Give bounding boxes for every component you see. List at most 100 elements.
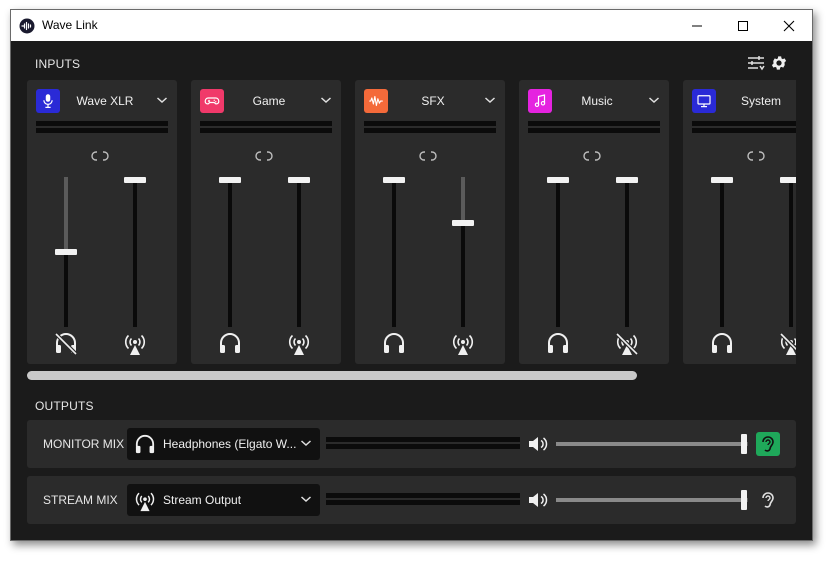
gear-icon[interactable] (770, 54, 788, 72)
stream-volume-slider[interactable] (556, 490, 748, 510)
minimize-button[interactable] (674, 10, 720, 41)
close-button[interactable] (766, 10, 812, 41)
channel-icon-button[interactable] (528, 89, 552, 113)
stream-fader-handle[interactable] (288, 177, 310, 183)
stream-volume-handle[interactable] (741, 490, 748, 510)
stream-fader-fill (297, 180, 301, 327)
music-note-icon (534, 94, 546, 107)
stream-fader-fill (789, 180, 793, 327)
broadcast-muted-icon[interactable] (779, 332, 796, 356)
monitor-device-select[interactable]: Headphones (Elgato W... (127, 428, 320, 460)
monitor-fader-handle[interactable] (383, 177, 405, 183)
channel-strip-game: Game (191, 80, 341, 364)
channel-level-meter-left (528, 121, 660, 126)
monitor-fader-fill (228, 180, 232, 327)
monitor-mix-label: MONITOR MIX (43, 437, 125, 451)
monitor-volume-handle[interactable] (741, 434, 748, 454)
headphones-icon[interactable] (546, 332, 570, 356)
channel-name: Game (252, 94, 286, 108)
maximize-icon (738, 20, 748, 31)
chevron-down-icon[interactable] (320, 94, 332, 106)
channel-level-meter-right (692, 128, 796, 133)
channel-icon-button[interactable] (36, 89, 60, 113)
window-title: Wave Link (42, 18, 98, 32)
chevron-down-icon[interactable] (648, 94, 660, 106)
broadcast-icon[interactable] (123, 332, 147, 356)
stream-volume-fill (556, 498, 745, 502)
channel-strip-music: Music (519, 80, 669, 364)
broadcast-muted-icon[interactable] (615, 332, 639, 356)
stream-fader[interactable] (452, 177, 474, 327)
monitor-fader[interactable] (55, 177, 77, 327)
horizontal-scrollbar[interactable] (27, 371, 637, 380)
headphones-muted-icon[interactable] (54, 332, 78, 356)
channel-icon-button[interactable] (692, 89, 716, 113)
monitor-volume-slider[interactable] (556, 434, 748, 454)
chevron-down-icon[interactable] (156, 94, 168, 106)
monitor-fader-handle[interactable] (55, 249, 77, 255)
monitor-fader-handle[interactable] (219, 177, 241, 183)
monitor-fader[interactable] (383, 177, 405, 327)
link-icon[interactable] (583, 150, 601, 162)
stream-fader[interactable] (124, 177, 146, 327)
waveform-icon (369, 95, 383, 107)
channel-level-meter-right (36, 128, 168, 133)
monitor-fader[interactable] (547, 177, 569, 327)
monitor-fader-fill (392, 180, 396, 327)
filter-settings-icon[interactable] (747, 55, 765, 71)
stream-fader-fill (625, 180, 629, 327)
wave-link-logo-icon (19, 18, 35, 34)
speaker-icon[interactable] (527, 434, 549, 454)
link-icon[interactable] (419, 150, 437, 162)
channel-level-meter-left (200, 121, 332, 126)
monitor-fader-handle[interactable] (711, 177, 733, 183)
channel-strip-sfx: SFX (355, 80, 505, 364)
stream-device-select[interactable]: Stream Output (127, 484, 320, 516)
channel-level-meter-left (692, 121, 796, 126)
stream-fader[interactable] (616, 177, 638, 327)
monitor-device-name: Headphones (Elgato W... (163, 437, 297, 451)
stream-fader[interactable] (780, 177, 796, 327)
stream-listen-button[interactable] (756, 488, 780, 512)
stream-mix-label: STREAM MIX (43, 493, 118, 507)
channel-level-meter-right (528, 128, 660, 133)
maximize-button[interactable] (720, 10, 766, 41)
microphone-icon (43, 94, 53, 108)
chevron-down-icon (301, 496, 311, 503)
link-icon[interactable] (91, 150, 109, 162)
stream-level-meter-left (326, 493, 520, 498)
chevron-down-icon[interactable] (484, 94, 496, 106)
headphones-icon[interactable] (218, 332, 242, 356)
input-channels: Wave XLR Game SFX Music System (27, 80, 796, 365)
channel-name: System (740, 94, 781, 108)
channel-icon-button[interactable] (200, 89, 224, 113)
stream-fader[interactable] (288, 177, 310, 327)
monitor-icon (697, 95, 711, 108)
monitor-fader[interactable] (219, 177, 241, 327)
broadcast-icon (135, 492, 155, 512)
channel-icon-button[interactable] (364, 89, 388, 113)
broadcast-icon[interactable] (287, 332, 311, 356)
stream-fader-handle[interactable] (124, 177, 146, 183)
speaker-icon[interactable] (527, 490, 549, 510)
headphones-icon[interactable] (710, 332, 734, 356)
monitor-level-meter-left (326, 437, 520, 442)
broadcast-icon[interactable] (451, 332, 475, 356)
link-icon[interactable] (747, 150, 765, 162)
app-window: Wave Link INPUTS Wave XLR Game SFX Music Sys… (10, 9, 813, 541)
monitor-mix-row: MONITOR MIX Headphones (Elgato W... (27, 420, 796, 468)
stream-fader-handle[interactable] (616, 177, 638, 183)
stream-fader-handle[interactable] (780, 177, 796, 183)
stream-fader-handle[interactable] (452, 220, 474, 227)
monitor-fader-handle[interactable] (547, 177, 569, 183)
stream-fader-fill (461, 223, 465, 327)
link-icon[interactable] (255, 150, 273, 162)
headphones-icon[interactable] (382, 332, 406, 356)
ear-icon (762, 492, 774, 508)
monitor-fader[interactable] (711, 177, 733, 327)
monitor-listen-button[interactable] (756, 432, 780, 456)
stream-level-meter-right (326, 500, 520, 505)
monitor-volume-fill (556, 442, 745, 446)
channel-level-meter-left (364, 121, 496, 126)
channel-strip-wave-xlr: Wave XLR (27, 80, 177, 364)
